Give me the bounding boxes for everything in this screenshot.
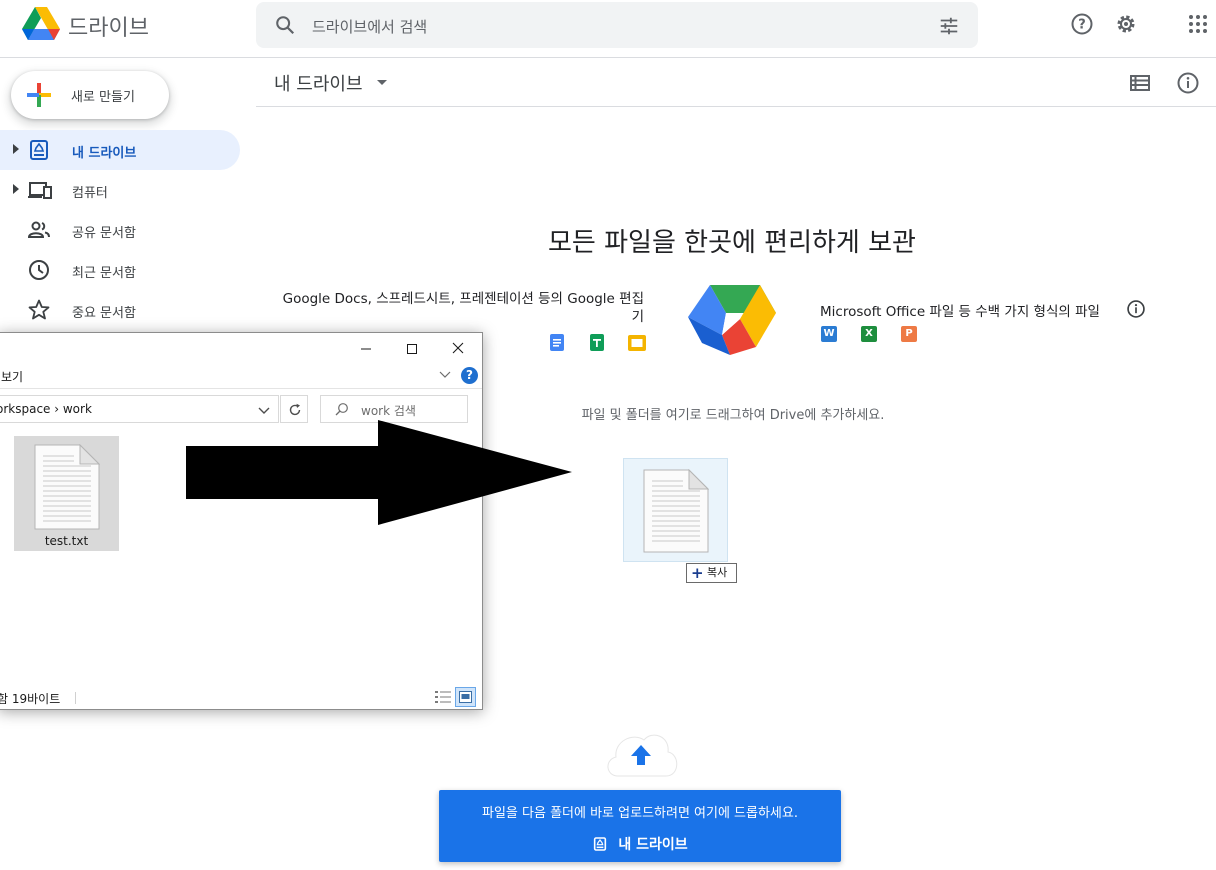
plus-icon: + bbox=[691, 564, 704, 582]
drag-direction-arrow bbox=[186, 420, 572, 525]
maximize-icon[interactable] bbox=[399, 339, 425, 359]
settings-gear-icon[interactable] bbox=[1114, 12, 1138, 36]
explorer-search-input[interactable]: work 검색 bbox=[320, 395, 468, 423]
ribbon-divider bbox=[0, 388, 482, 389]
drive-logo-icon[interactable] bbox=[22, 7, 60, 41]
dropdown-caret-icon[interactable] bbox=[376, 79, 388, 86]
google-editors-line-1: Google Docs, 스프레드시트, 프레젠테이션 등의 Google 편집 bbox=[282, 291, 644, 307]
list-view-icon[interactable] bbox=[1128, 71, 1152, 95]
powerpoint-icon: P bbox=[901, 326, 917, 342]
search-icon[interactable] bbox=[274, 14, 296, 36]
sidebar-item-label: 최근 문서함 bbox=[72, 266, 136, 281]
refresh-icon bbox=[289, 403, 301, 416]
new-button[interactable]: 새로 만들기 bbox=[11, 71, 169, 119]
plus-icon bbox=[27, 83, 51, 107]
chevron-down-icon[interactable] bbox=[439, 369, 451, 379]
expand-caret-icon[interactable] bbox=[12, 184, 20, 194]
info-icon[interactable] bbox=[1176, 71, 1200, 95]
sidebar-item-label: 중요 문서함 bbox=[72, 306, 136, 321]
details-view-icon[interactable] bbox=[434, 689, 452, 705]
explorer-search-placeholder[interactable]: work 검색 bbox=[361, 402, 416, 419]
google-editors-text: Google Docs, 스프레드시트, 프레젠테이션 등의 Google 편집… bbox=[258, 290, 644, 326]
word-icon: W bbox=[821, 326, 837, 342]
address-bar[interactable]: orkspace › work bbox=[0, 395, 279, 423]
sidebar-item-label: 컴퓨터 bbox=[72, 186, 108, 201]
google-slides-icon bbox=[628, 335, 646, 351]
microsoft-office-text: Microsoft Office 파일 등 수백 가지 형식의 파일 bbox=[820, 304, 1100, 320]
sidebar-item-label: 공유 문서함 bbox=[72, 226, 136, 241]
search-input[interactable]: 드라이브에서 검색 bbox=[312, 16, 427, 37]
upload-cloud-icon bbox=[607, 734, 678, 777]
large-icons-view-icon bbox=[459, 691, 472, 703]
search-options-icon[interactable] bbox=[938, 15, 960, 37]
status-divider bbox=[75, 692, 76, 704]
upload-destination: 내 드라이브 bbox=[439, 834, 841, 854]
app-name: 드라이브 bbox=[68, 16, 149, 41]
status-bar-text: 함 19바이트 bbox=[0, 692, 61, 706]
menu-view[interactable]: 보기 bbox=[1, 368, 23, 385]
help-icon[interactable]: ? bbox=[1070, 12, 1094, 36]
copy-tooltip-label: 복사 bbox=[707, 566, 728, 579]
expand-caret-icon[interactable] bbox=[12, 144, 20, 154]
empty-state-headline: 모든 파일을 한곳에 편리하게 보관 bbox=[548, 228, 916, 258]
large-icons-view-button[interactable] bbox=[455, 687, 476, 707]
sidebar-item-shared[interactable]: 공유 문서함 bbox=[0, 210, 240, 250]
clock-icon bbox=[29, 260, 49, 280]
chevron-down-icon[interactable] bbox=[258, 405, 270, 415]
star-icon bbox=[28, 299, 50, 320]
search-icon bbox=[335, 403, 348, 416]
svg-text:?: ? bbox=[1078, 18, 1086, 33]
google-editors-line-2: 기 bbox=[631, 309, 644, 325]
my-drive-icon bbox=[30, 140, 48, 160]
sidebar-item-computers[interactable]: 컴퓨터 bbox=[0, 170, 240, 210]
upload-destination-label: 내 드라이브 bbox=[618, 837, 688, 853]
breadcrumb[interactable]: orkspace › work bbox=[0, 402, 92, 416]
google-docs-icon bbox=[550, 334, 564, 351]
refresh-button[interactable] bbox=[280, 395, 308, 423]
text-file-icon bbox=[643, 469, 709, 553]
header-divider bbox=[256, 106, 1216, 107]
file-name: test.txt bbox=[44, 534, 89, 548]
minimize-icon[interactable] bbox=[353, 339, 379, 359]
sidebar-item-my-drive[interactable]: 내 드라이브 bbox=[0, 130, 240, 170]
search-bar[interactable]: 드라이브에서 검색 bbox=[256, 2, 978, 48]
copy-tooltip: + 복사 bbox=[686, 563, 737, 583]
people-icon bbox=[27, 221, 50, 238]
dragged-file bbox=[623, 458, 728, 562]
top-bar: 드라이브 드라이브에서 검색 ? bbox=[0, 0, 1216, 58]
page-title[interactable]: 내 드라이브 bbox=[274, 70, 363, 96]
file-item-selected[interactable]: test.txt bbox=[14, 436, 119, 551]
apps-grid-icon[interactable] bbox=[1186, 12, 1210, 36]
upload-message: 파일을 다음 폴더에 바로 업로드하려면 여기에 드롭하세요. bbox=[482, 806, 798, 821]
upload-drop-banner: 파일을 다음 폴더에 바로 업로드하려면 여기에 드롭하세요. 내 드라이브 bbox=[439, 790, 841, 862]
computer-icon bbox=[28, 182, 52, 199]
drive-mixed-logo-icon bbox=[688, 285, 776, 355]
google-sheets-icon bbox=[590, 334, 604, 351]
sidebar-item-recent[interactable]: 최근 문서함 bbox=[0, 250, 240, 290]
close-icon[interactable] bbox=[445, 339, 471, 359]
excel-icon: X bbox=[861, 326, 877, 342]
sidebar-item-starred[interactable]: 중요 문서함 bbox=[0, 290, 240, 330]
help-icon[interactable]: ? bbox=[461, 367, 478, 384]
text-file-icon bbox=[34, 444, 100, 530]
sidebar-item-label: 내 드라이브 bbox=[72, 146, 137, 161]
new-button-label: 새로 만들기 bbox=[71, 90, 135, 105]
info-icon[interactable] bbox=[1126, 299, 1146, 319]
my-drive-icon bbox=[594, 837, 607, 851]
